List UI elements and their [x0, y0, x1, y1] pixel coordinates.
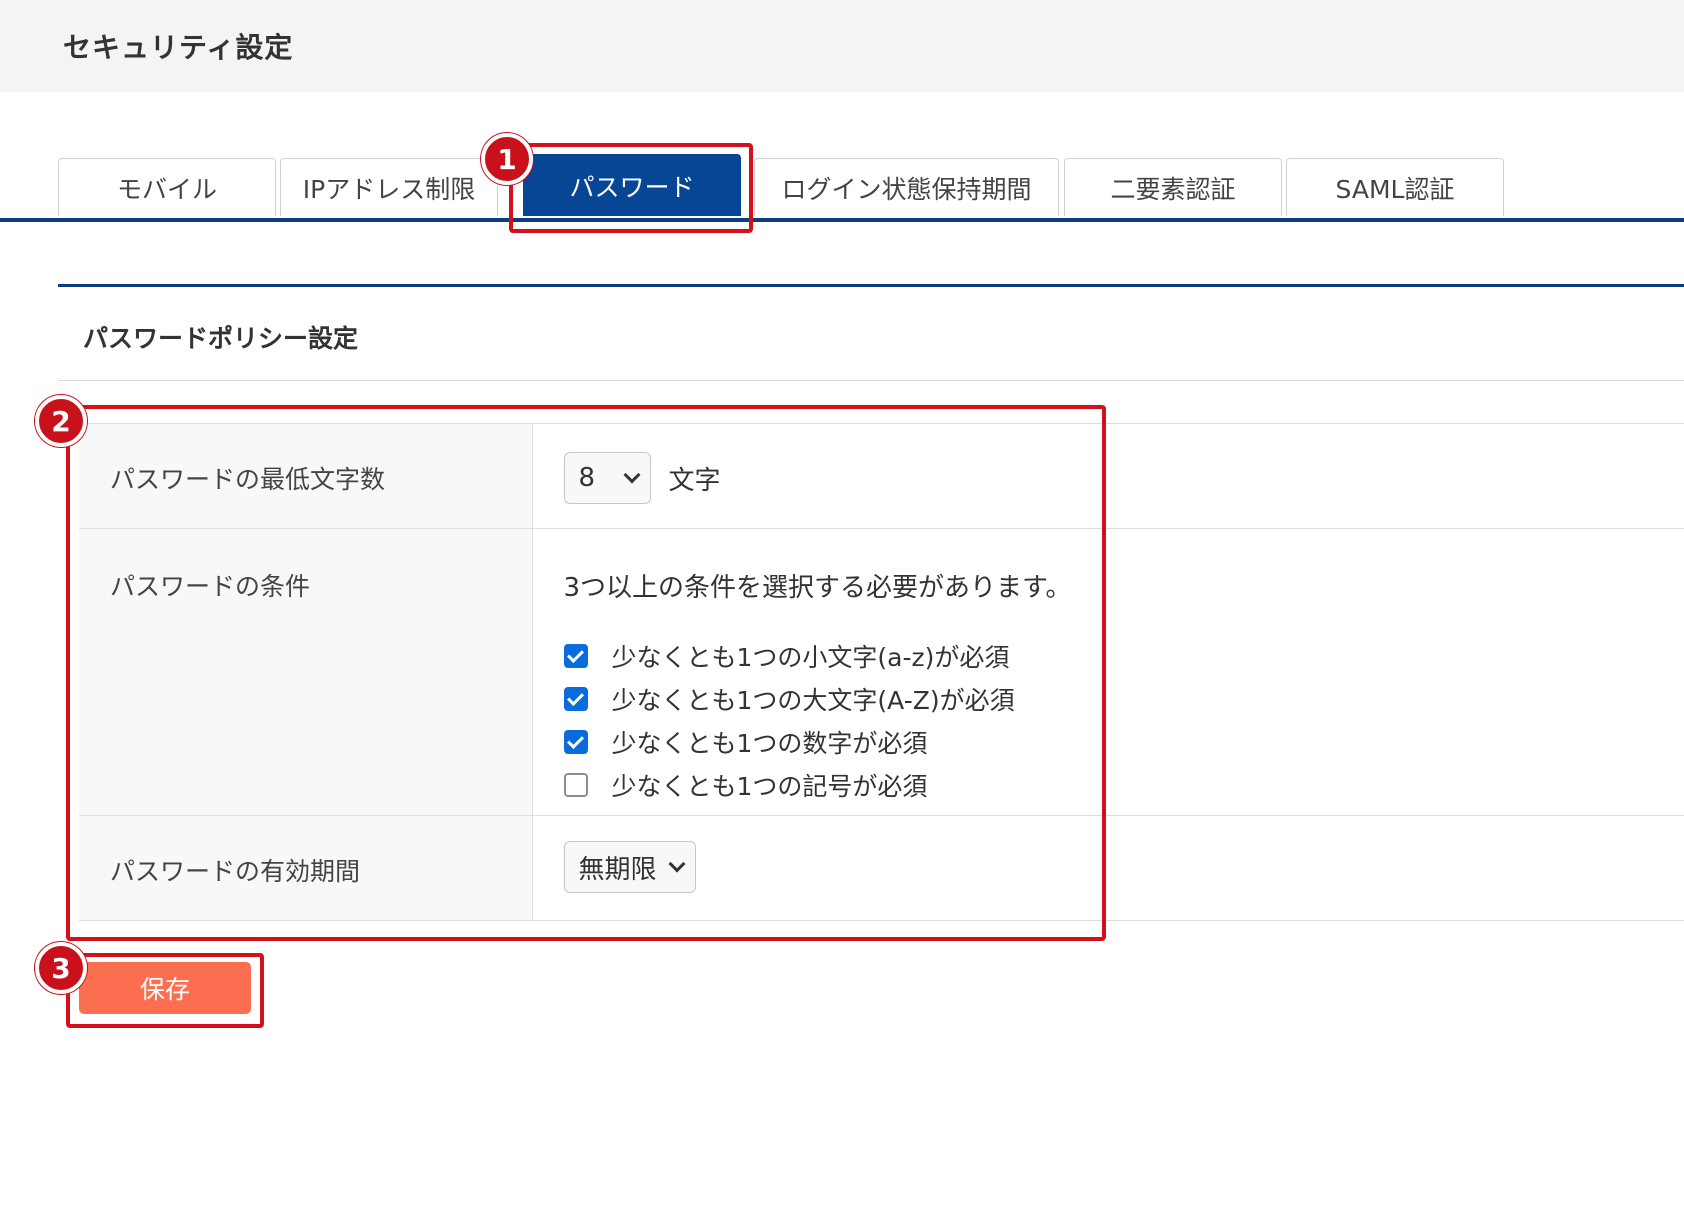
expiration-cell: 無期限: [532, 816, 1684, 921]
tab-underline: [0, 218, 1684, 222]
number-checkbox[interactable]: [563, 729, 588, 754]
page-header: セキュリティ設定: [0, 0, 1684, 92]
condition-label: 少なくとも1つの小文字(a-z)が必須: [611, 642, 1010, 672]
table-row: パスワードの条件 3つ以上の条件を選択する必要があります。 少なくとも1つの小文…: [79, 528, 1684, 816]
conditions-note: 3つ以上の条件を選択する必要があります。: [563, 573, 1072, 603]
min-length-select[interactable]: 8: [563, 452, 651, 504]
tab-bar: モバイル IPアドレス制限 パスワード ログイン状態保持期間 二要素認証 SAM…: [0, 154, 1684, 224]
uppercase-checkbox[interactable]: [563, 686, 588, 711]
page-title: セキュリティ設定: [63, 31, 294, 64]
chevron-down-icon: [623, 466, 640, 484]
conditions-list: 少なくとも1つの小文字(a-z)が必須 少なくとも1つの大文字(A-Z)が必須 …: [563, 634, 1684, 806]
tab-two-factor[interactable]: 二要素認証: [1064, 158, 1282, 216]
section-title: パスワードポリシー設定: [83, 324, 359, 353]
expiration-label: パスワードの有効期間: [79, 815, 533, 921]
tab-saml[interactable]: SAML認証: [1286, 158, 1504, 216]
save-button[interactable]: 保存: [79, 962, 251, 1014]
callout-badge-2: 2: [35, 395, 87, 447]
min-length-label: パスワードの最低文字数: [79, 423, 533, 529]
condition-uppercase: 少なくとも1つの大文字(A-Z)が必須: [563, 677, 1684, 720]
table-row: パスワードの最低文字数 8 文字: [79, 423, 1684, 529]
table-row: パスワードの有効期間 無期限: [79, 815, 1684, 921]
tab-password[interactable]: パスワード: [523, 154, 741, 216]
callout-badge-3: 3: [35, 942, 87, 994]
condition-label: 少なくとも1つの数字が必須: [611, 728, 928, 758]
condition-symbol: 少なくとも1つの記号が必須: [563, 763, 1684, 806]
tab-mobile[interactable]: モバイル: [58, 158, 276, 216]
expiration-value: 無期限: [578, 854, 657, 885]
condition-lowercase: 少なくとも1つの小文字(a-z)が必須: [563, 634, 1684, 677]
min-length-unit: 文字: [668, 465, 721, 496]
condition-label: 少なくとも1つの大文字(A-Z)が必須: [611, 685, 1015, 715]
tab-login-persistence[interactable]: ログイン状態保持期間: [754, 158, 1059, 216]
conditions-label: パスワードの条件: [79, 528, 533, 816]
chevron-down-icon: [668, 855, 685, 873]
symbol-checkbox[interactable]: [563, 772, 588, 797]
section-divider: [58, 380, 1684, 381]
min-length-cell: 8 文字: [532, 424, 1684, 529]
conditions-cell: 3つ以上の条件を選択する必要があります。 少なくとも1つの小文字(a-z)が必須…: [532, 529, 1684, 816]
section-top-rule: [58, 284, 1684, 287]
min-length-value: 8: [578, 463, 596, 493]
password-policy-table: パスワードの最低文字数 8 文字 パスワードの条件 3つ以上の条件を選択する必要…: [79, 423, 1684, 921]
callout-badge-1: 1: [481, 133, 533, 185]
condition-number: 少なくとも1つの数字が必須: [563, 720, 1684, 763]
tab-ip-restriction[interactable]: IPアドレス制限: [280, 158, 498, 216]
expiration-select[interactable]: 無期限: [563, 841, 696, 893]
lowercase-checkbox[interactable]: [563, 643, 588, 668]
condition-label: 少なくとも1つの記号が必須: [611, 771, 928, 801]
